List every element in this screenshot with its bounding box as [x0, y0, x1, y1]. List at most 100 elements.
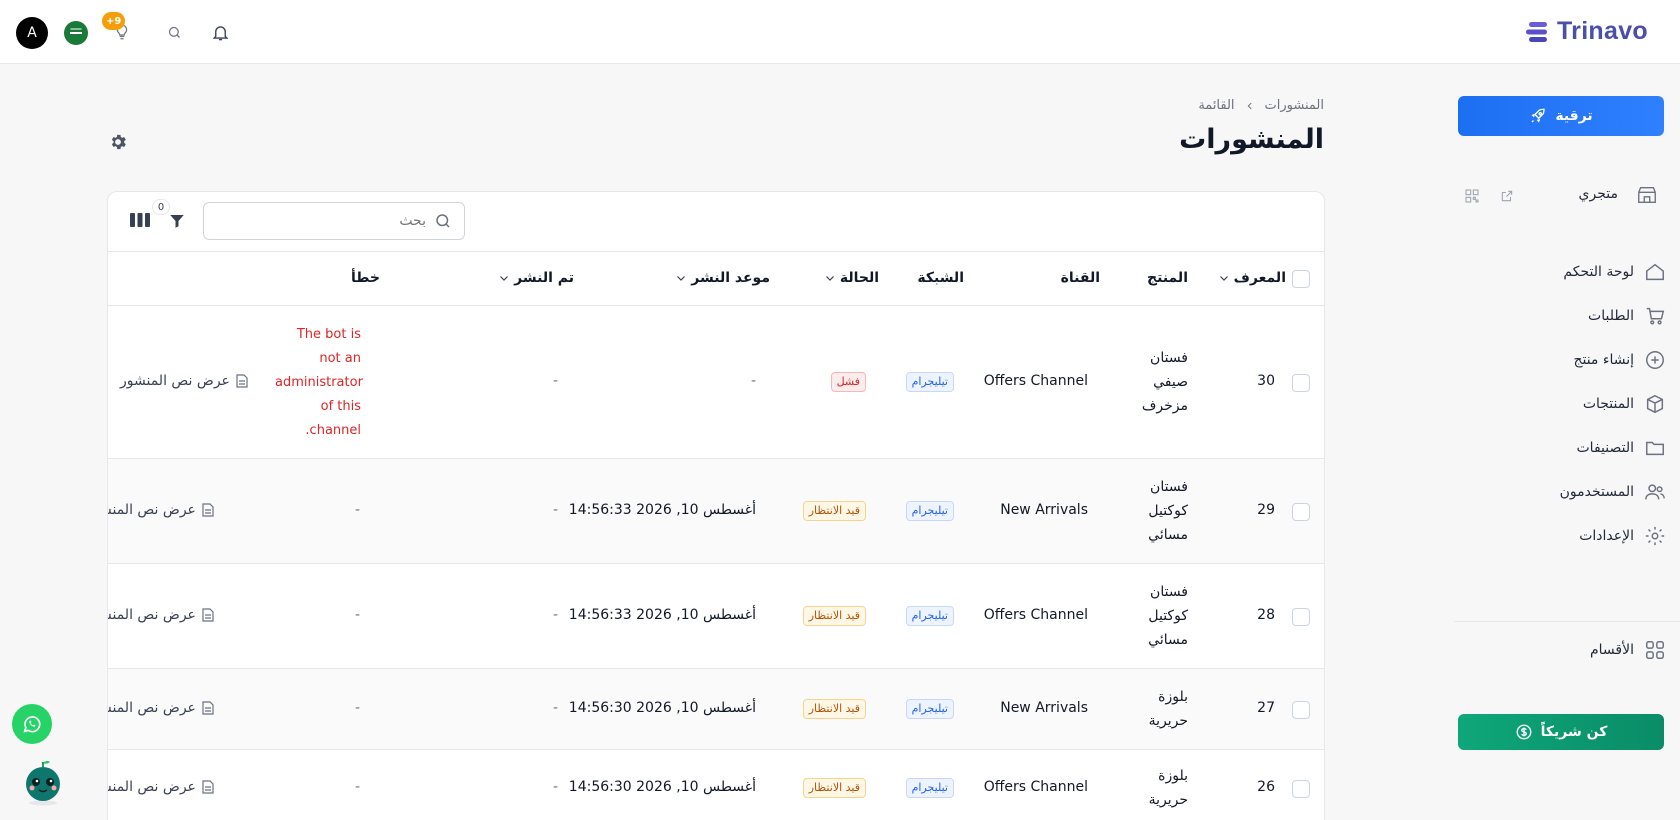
column-header-status[interactable]: الحالة — [824, 270, 879, 286]
page-settings-gear-icon[interactable] — [108, 132, 128, 156]
plus-circle-icon — [1646, 351, 1664, 369]
assistant-bot-avatar[interactable] — [22, 758, 64, 806]
post-id: 28 — [1257, 607, 1275, 623]
search-icon[interactable] — [162, 20, 186, 44]
search-input[interactable] — [226, 213, 426, 229]
published-date: - — [552, 607, 558, 623]
post-id: 27 — [1257, 700, 1275, 716]
external-link-icon[interactable] — [1500, 189, 1514, 203]
avatar[interactable]: A — [16, 17, 48, 49]
columns-icon[interactable] — [130, 212, 150, 232]
chevron-down-icon — [1219, 276, 1228, 281]
view-post-label: عرض نص المنشور — [108, 779, 196, 795]
whatsapp-chat-button[interactable] — [12, 704, 52, 744]
post-id: 26 — [1257, 779, 1275, 795]
product-name: بلوزة حريرية — [1148, 768, 1188, 808]
sidebar-item-orders[interactable]: الطلبات — [1426, 301, 1666, 331]
robot-mascot-icon — [26, 761, 60, 806]
row-checkbox[interactable] — [1292, 503, 1310, 521]
scheduled-date: أغسطس 10, 2026 14:56:33 — [568, 607, 756, 623]
sidebar-item-label: الطلبات — [1588, 308, 1634, 324]
sidebar-item-products[interactable]: المنتجات — [1426, 389, 1666, 419]
view-post-text-link[interactable]: عرض نص المنشور — [108, 607, 214, 623]
status-badge: قيد الانتظار — [802, 699, 866, 719]
view-post-label: عرض نص المنشور — [120, 373, 230, 389]
store-icon — [1638, 186, 1656, 204]
view-post-text-link[interactable]: عرض نص المنشور — [108, 502, 214, 518]
column-label: خطأ — [351, 270, 380, 286]
sidebar-item-label: إنشاء منتج — [1573, 352, 1634, 368]
document-icon — [236, 374, 248, 388]
error-message: The bot is not an administrator of this .cha… — [275, 327, 363, 438]
language-flag-icon[interactable] — [64, 21, 88, 45]
trinavo-logo-icon — [1525, 21, 1547, 42]
chevron-down-icon — [677, 276, 686, 281]
sidebar-item-categories[interactable]: التصنيفات — [1426, 433, 1666, 463]
row-checkbox[interactable] — [1292, 608, 1310, 626]
whatsapp-icon — [23, 716, 41, 733]
scheduled-date: أغسطس 10, 2026 14:56:33 — [568, 502, 756, 518]
box-icon — [1646, 394, 1664, 414]
brand-logo[interactable]: Trinavo — [1525, 17, 1648, 46]
sidebar-item-label: الأقسام — [1590, 642, 1634, 658]
sidebar-item-label: لوحة التحكم — [1563, 264, 1634, 280]
row-checkbox[interactable] — [1292, 374, 1310, 392]
view-post-text-link[interactable]: عرض نص المنشور — [108, 700, 214, 716]
posts-table-card: 0 المعرف المنتج القناة الشبكة الحالة موع… — [107, 191, 1325, 820]
select-all-checkbox[interactable] — [1292, 270, 1310, 288]
document-icon — [202, 608, 214, 622]
sidebar-item-dashboard[interactable]: لوحة التحكم — [1426, 257, 1666, 287]
become-partner-button[interactable]: كن شريكاً — [1458, 714, 1664, 750]
sidebar-item-label: المنتجات — [1582, 396, 1634, 412]
status-badge: فشل — [830, 372, 866, 392]
rocket-icon — [1531, 108, 1546, 123]
column-label: القناة — [1060, 270, 1100, 286]
filter-icon[interactable] — [168, 212, 186, 234]
gear-icon — [1645, 526, 1665, 546]
table-toolbar: 0 — [108, 192, 1324, 252]
page-title: المنشورات — [1179, 124, 1324, 155]
chevron-left-icon — [1247, 102, 1252, 109]
column-header-published[interactable]: تم النشر — [498, 270, 574, 286]
my-store-row[interactable]: متجري — [1462, 184, 1662, 208]
column-label: المعرف — [1233, 270, 1286, 286]
qr-code-icon[interactable] — [1464, 188, 1480, 204]
sidebar-item-settings[interactable]: الإعدادات — [1426, 521, 1666, 551]
published-date: - — [552, 502, 558, 518]
folder-icon — [1646, 441, 1664, 456]
breadcrumb-parent-link[interactable]: المنشورات — [1265, 98, 1324, 113]
table-row: 28 فستان كوكتيل مسائي Offers Channel تيليج… — [108, 564, 1324, 669]
view-post-text-link[interactable]: عرض نص المنشور — [108, 779, 214, 795]
column-header-product: المنتج — [1147, 270, 1188, 286]
document-icon — [202, 503, 214, 517]
scheduled-date: أغسطس 10, 2026 14:56:30 — [568, 779, 756, 795]
filter-count-badge: 0 — [152, 199, 170, 215]
scheduled-date: - — [750, 373, 756, 389]
error-message: - — [354, 607, 360, 623]
users-icon — [1645, 484, 1665, 500]
view-post-label: عرض نص المنشور — [108, 700, 196, 716]
sidebar-item-label: المستخدمون — [1559, 484, 1634, 500]
column-header-scheduled[interactable]: موعد النشر — [675, 270, 770, 286]
partner-label: كن شريكاً — [1540, 724, 1608, 740]
home-icon — [1646, 263, 1664, 281]
search-box[interactable] — [203, 202, 465, 240]
column-header-id[interactable]: المعرف — [1218, 270, 1286, 286]
upgrade-button[interactable]: ترقية — [1458, 96, 1664, 136]
table-row: 26 بلوزة حريرية Offers Channel تيليجرام ق… — [108, 750, 1324, 820]
bell-icon[interactable] — [208, 20, 232, 44]
sidebar-item-sections[interactable]: الأقسام — [1426, 635, 1666, 665]
column-label: موعد النشر — [691, 270, 770, 286]
cart-icon — [1646, 307, 1665, 325]
row-checkbox[interactable] — [1292, 701, 1310, 719]
dollar-circle-icon — [1516, 724, 1532, 740]
network-badge: تيليجرام — [905, 606, 954, 626]
sidebar-item-users[interactable]: المستخدمون — [1426, 477, 1666, 507]
channel-name: New Arrivals — [1000, 502, 1088, 518]
chevron-down-icon — [500, 276, 509, 281]
row-checkbox[interactable] — [1292, 780, 1310, 798]
sidebar-item-create-product[interactable]: إنشاء منتج — [1426, 345, 1666, 375]
column-label: الحالة — [839, 270, 879, 286]
table-row: 30 فستان صيفي مزخرف Offers Channel تيليجرا… — [108, 306, 1324, 459]
view-post-text-link[interactable]: عرض نص المنشور — [120, 373, 248, 389]
